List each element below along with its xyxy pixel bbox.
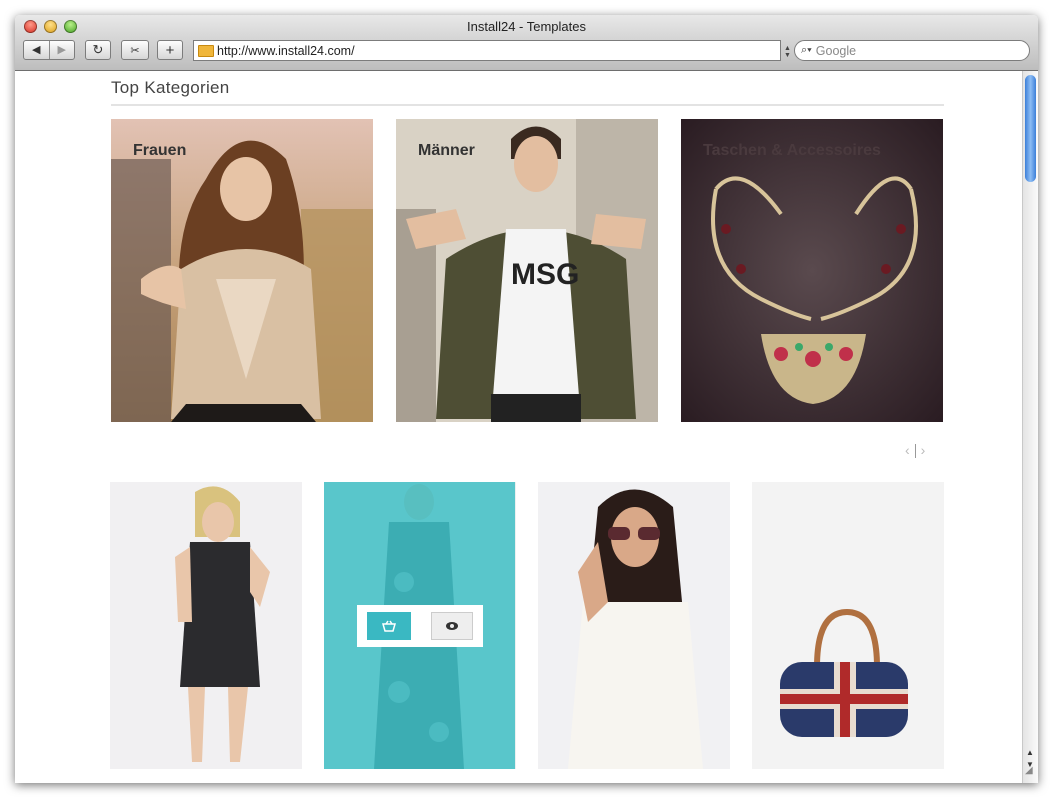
category-label-taschen-accessoires[interactable]: Taschen & Accessoires xyxy=(703,142,881,160)
add-to-cart-button[interactable] xyxy=(367,612,411,640)
basket-icon xyxy=(382,620,396,632)
resize-grip-icon[interactable]: ◢ xyxy=(1025,765,1033,776)
folder-icon xyxy=(198,44,214,57)
svg-text:MSG: MSG xyxy=(511,258,579,291)
scroll-up-icon[interactable]: ▲ xyxy=(1026,748,1034,757)
back-icon[interactable]: ◀ xyxy=(24,41,50,59)
product-card-black-playsuit[interactable] xyxy=(110,482,302,769)
page-title: Top Kategorien xyxy=(111,78,230,97)
snapback-button[interactable]: ✂ xyxy=(121,40,149,60)
product-actions xyxy=(357,605,483,647)
black-playsuit-photo xyxy=(110,482,302,769)
category-label-frauen[interactable]: Frauen xyxy=(133,142,186,160)
forward-icon[interactable]: ▶ xyxy=(50,41,75,59)
page-content: Top Kategorien Frauen MSG Männer Taschen… xyxy=(15,71,1022,783)
address-bar[interactable]: http://www.install24.com/ xyxy=(193,40,781,61)
product-card-union-jack-bag[interactable] xyxy=(752,482,944,769)
address-url[interactable]: http://www.install24.com/ xyxy=(217,44,355,58)
address-dropdown-icon[interactable]: ▲ ▼ xyxy=(784,45,791,59)
add-bookmark-button[interactable]: + xyxy=(157,40,183,60)
window-title: Install24 - Templates xyxy=(467,19,586,34)
prev-arrow-icon[interactable]: ‹ xyxy=(905,442,910,458)
reload-icon: ↻ xyxy=(92,42,104,57)
plus-icon: + xyxy=(165,41,175,59)
reload-button[interactable]: ↻ xyxy=(85,40,111,60)
union-jack-bag-photo xyxy=(752,482,944,769)
search-placeholder[interactable]: Google xyxy=(816,44,856,58)
category-card-maenner[interactable]: MSG Männer xyxy=(396,119,658,422)
woman-photo xyxy=(111,119,373,422)
category-card-taschen-accessoires[interactable]: Taschen & Accessoires xyxy=(681,119,943,422)
vertical-scrollbar[interactable]: ▲ ▼ xyxy=(1022,71,1038,783)
necklace-photo xyxy=(681,119,943,422)
next-arrow-icon[interactable]: › xyxy=(921,442,926,458)
scrollbar-thumb[interactable] xyxy=(1025,75,1036,182)
heading-divider xyxy=(111,104,944,106)
quick-view-button[interactable] xyxy=(431,612,473,640)
product-card-floral-jumpsuit[interactable] xyxy=(324,482,516,769)
category-label-maenner[interactable]: Männer xyxy=(418,142,475,160)
snapback-icon: ✂ xyxy=(130,44,140,57)
search-field[interactable]: ⌕▾ Google xyxy=(794,40,1030,61)
browser-window: Install24 - Templates ◀ ▶ ↻ ✂ + http://w… xyxy=(15,15,1038,783)
back-forward-buttons: ◀ ▶ xyxy=(23,40,75,60)
pager-divider xyxy=(914,444,916,459)
carousel-pager: ‹ › xyxy=(905,442,926,459)
crochet-top-photo xyxy=(538,482,730,769)
man-photo: MSG xyxy=(396,119,658,422)
title-bar: Install24 - Templates ◀ ▶ ↻ ✂ + http://w… xyxy=(15,15,1038,71)
product-card-crochet-top[interactable] xyxy=(538,482,730,769)
search-icon: ⌕▾ xyxy=(801,44,812,56)
eye-icon xyxy=(446,622,458,630)
category-card-frauen[interactable]: Frauen xyxy=(111,119,373,422)
